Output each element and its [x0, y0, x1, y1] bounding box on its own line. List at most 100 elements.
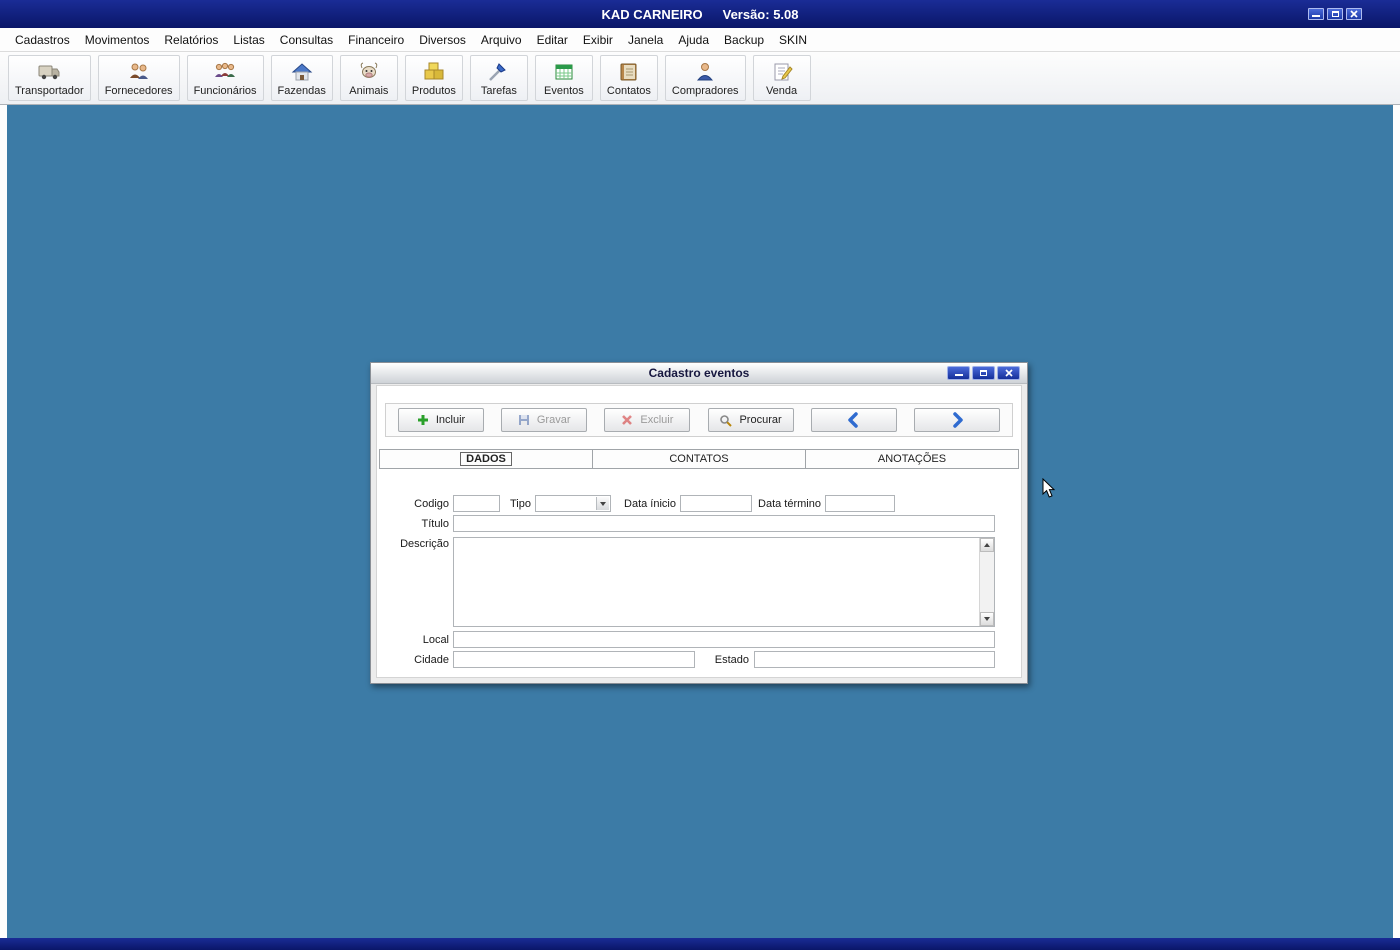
- toolbar-button-funcionarios[interactable]: Funcionários: [187, 55, 264, 101]
- dialog-minimize-button[interactable]: [947, 366, 970, 380]
- cadastro-eventos-dialog: Cadastro eventos Incluir Gravar Excluir: [370, 362, 1028, 684]
- maximize-icon: [980, 370, 987, 376]
- close-icon: [1350, 10, 1358, 18]
- buyer-person-icon: [692, 60, 718, 84]
- toolbar-label: Contatos: [607, 85, 651, 97]
- gravar-button[interactable]: Gravar: [501, 408, 587, 432]
- titulo-label: Título: [387, 518, 449, 530]
- search-icon: [719, 414, 732, 427]
- cow-icon: [356, 60, 382, 84]
- menu-item-backup[interactable]: Backup: [717, 30, 771, 50]
- dialog-body: Incluir Gravar Excluir Procurar DADOS: [376, 385, 1022, 678]
- tab-label: CONTATOS: [669, 453, 728, 465]
- dialog-titlebar[interactable]: Cadastro eventos: [371, 363, 1027, 384]
- farm-house-icon: [289, 60, 315, 84]
- menu-item-listas[interactable]: Listas: [226, 30, 271, 50]
- toolbar-button-venda[interactable]: Venda: [753, 55, 811, 101]
- button-label: Excluir: [640, 414, 673, 426]
- menu-item-diversos[interactable]: Diversos: [412, 30, 473, 50]
- menu-item-relatorios[interactable]: Relatórios: [157, 30, 225, 50]
- menu-bar: Cadastros Movimentos Relatórios Listas C…: [0, 28, 1400, 52]
- toolbar-button-transportador[interactable]: Transportador: [8, 55, 91, 101]
- maximize-button[interactable]: [1327, 8, 1343, 20]
- toolbar-label: Funcionários: [194, 85, 257, 97]
- scroll-down-button[interactable]: [980, 612, 994, 626]
- toolbar-button-fazendas[interactable]: Fazendas: [271, 55, 333, 101]
- data-termino-input[interactable]: [825, 495, 895, 512]
- delete-icon: [621, 414, 633, 426]
- arrow-right-icon: [949, 412, 965, 428]
- toolbar-button-tarefas[interactable]: Tarefas: [470, 55, 528, 101]
- arrow-left-icon: [846, 412, 862, 428]
- sale-note-icon: [769, 60, 795, 84]
- window-controls: [1308, 8, 1362, 20]
- calendar-icon: [551, 60, 577, 84]
- screwdriver-icon: [486, 60, 512, 84]
- toolbar-button-produtos[interactable]: Produtos: [405, 55, 463, 101]
- tab-anotacoes[interactable]: ANOTAÇÕES: [805, 449, 1019, 469]
- cidade-input[interactable]: [453, 651, 695, 668]
- local-input[interactable]: [453, 631, 995, 648]
- arrow-up-icon: [984, 543, 990, 547]
- tab-dados[interactable]: DADOS: [379, 449, 593, 469]
- toolbar-label: Eventos: [544, 85, 584, 97]
- toolbar-button-animais[interactable]: Animais: [340, 55, 398, 101]
- toolbar-button-compradores[interactable]: Compradores: [665, 55, 746, 101]
- data-termino-label: Data término: [741, 498, 821, 510]
- toolbar-label: Fazendas: [278, 85, 326, 97]
- minimize-icon: [955, 374, 963, 376]
- scroll-up-button[interactable]: [980, 538, 994, 552]
- estado-input[interactable]: [754, 651, 995, 668]
- menu-item-exibir[interactable]: Exibir: [576, 30, 620, 50]
- tab-contatos[interactable]: CONTATOS: [592, 449, 806, 469]
- mouse-cursor: [1042, 478, 1056, 502]
- toolbar-button-contatos[interactable]: Contatos: [600, 55, 658, 101]
- window-left-border: [0, 105, 7, 938]
- toolbar-label: Produtos: [412, 85, 456, 97]
- window-right-border: [1393, 105, 1400, 938]
- excluir-button[interactable]: Excluir: [604, 408, 690, 432]
- menu-item-cadastros[interactable]: Cadastros: [8, 30, 77, 50]
- toolbar-button-eventos[interactable]: Eventos: [535, 55, 593, 101]
- dialog-close-button[interactable]: [997, 366, 1020, 380]
- app-version: Versão: 5.08: [723, 7, 799, 22]
- employees-people-icon: [212, 60, 238, 84]
- previous-record-button[interactable]: [811, 408, 897, 432]
- maximize-icon: [1332, 11, 1339, 17]
- descricao-scrollbar[interactable]: [979, 538, 994, 626]
- minimize-icon: [1312, 15, 1320, 17]
- suppliers-people-icon: [126, 60, 152, 84]
- button-label: Procurar: [739, 414, 781, 426]
- titulo-input[interactable]: [453, 515, 995, 532]
- menu-item-editar[interactable]: Editar: [530, 30, 575, 50]
- data-inicio-label: Data ínicio: [596, 498, 676, 510]
- close-button[interactable]: [1346, 8, 1362, 20]
- menu-item-consultas[interactable]: Consultas: [273, 30, 340, 50]
- menu-item-financeiro[interactable]: Financeiro: [341, 30, 411, 50]
- close-icon: [1005, 369, 1013, 377]
- descricao-textarea[interactable]: [453, 537, 995, 627]
- toolbar-button-fornecedores[interactable]: Fornecedores: [98, 55, 180, 101]
- incluir-button[interactable]: Incluir: [398, 408, 484, 432]
- dialog-title: Cadastro eventos: [649, 366, 750, 380]
- tipo-label: Tipo: [481, 498, 531, 510]
- truck-icon: [36, 60, 62, 84]
- cidade-label: Cidade: [387, 654, 449, 666]
- dialog-button-panel: Incluir Gravar Excluir Procurar: [385, 403, 1013, 437]
- minimize-button[interactable]: [1308, 8, 1324, 20]
- estado-label: Estado: [687, 654, 749, 666]
- codigo-label: Codigo: [387, 498, 449, 510]
- app-title: KAD CARNEIRO: [601, 7, 702, 22]
- menu-item-ajuda[interactable]: Ajuda: [671, 30, 716, 50]
- arrow-down-icon: [984, 617, 990, 621]
- dialog-maximize-button[interactable]: [972, 366, 995, 380]
- save-icon: [518, 414, 530, 426]
- next-record-button[interactable]: [914, 408, 1000, 432]
- menu-item-janela[interactable]: Janela: [621, 30, 670, 50]
- menu-item-arquivo[interactable]: Arquivo: [474, 30, 529, 50]
- descricao-label: Descrição: [387, 538, 449, 550]
- toolbar-label: Tarefas: [481, 85, 517, 97]
- menu-item-movimentos[interactable]: Movimentos: [78, 30, 157, 50]
- menu-item-skin[interactable]: SKIN: [772, 30, 814, 50]
- procurar-button[interactable]: Procurar: [708, 408, 794, 432]
